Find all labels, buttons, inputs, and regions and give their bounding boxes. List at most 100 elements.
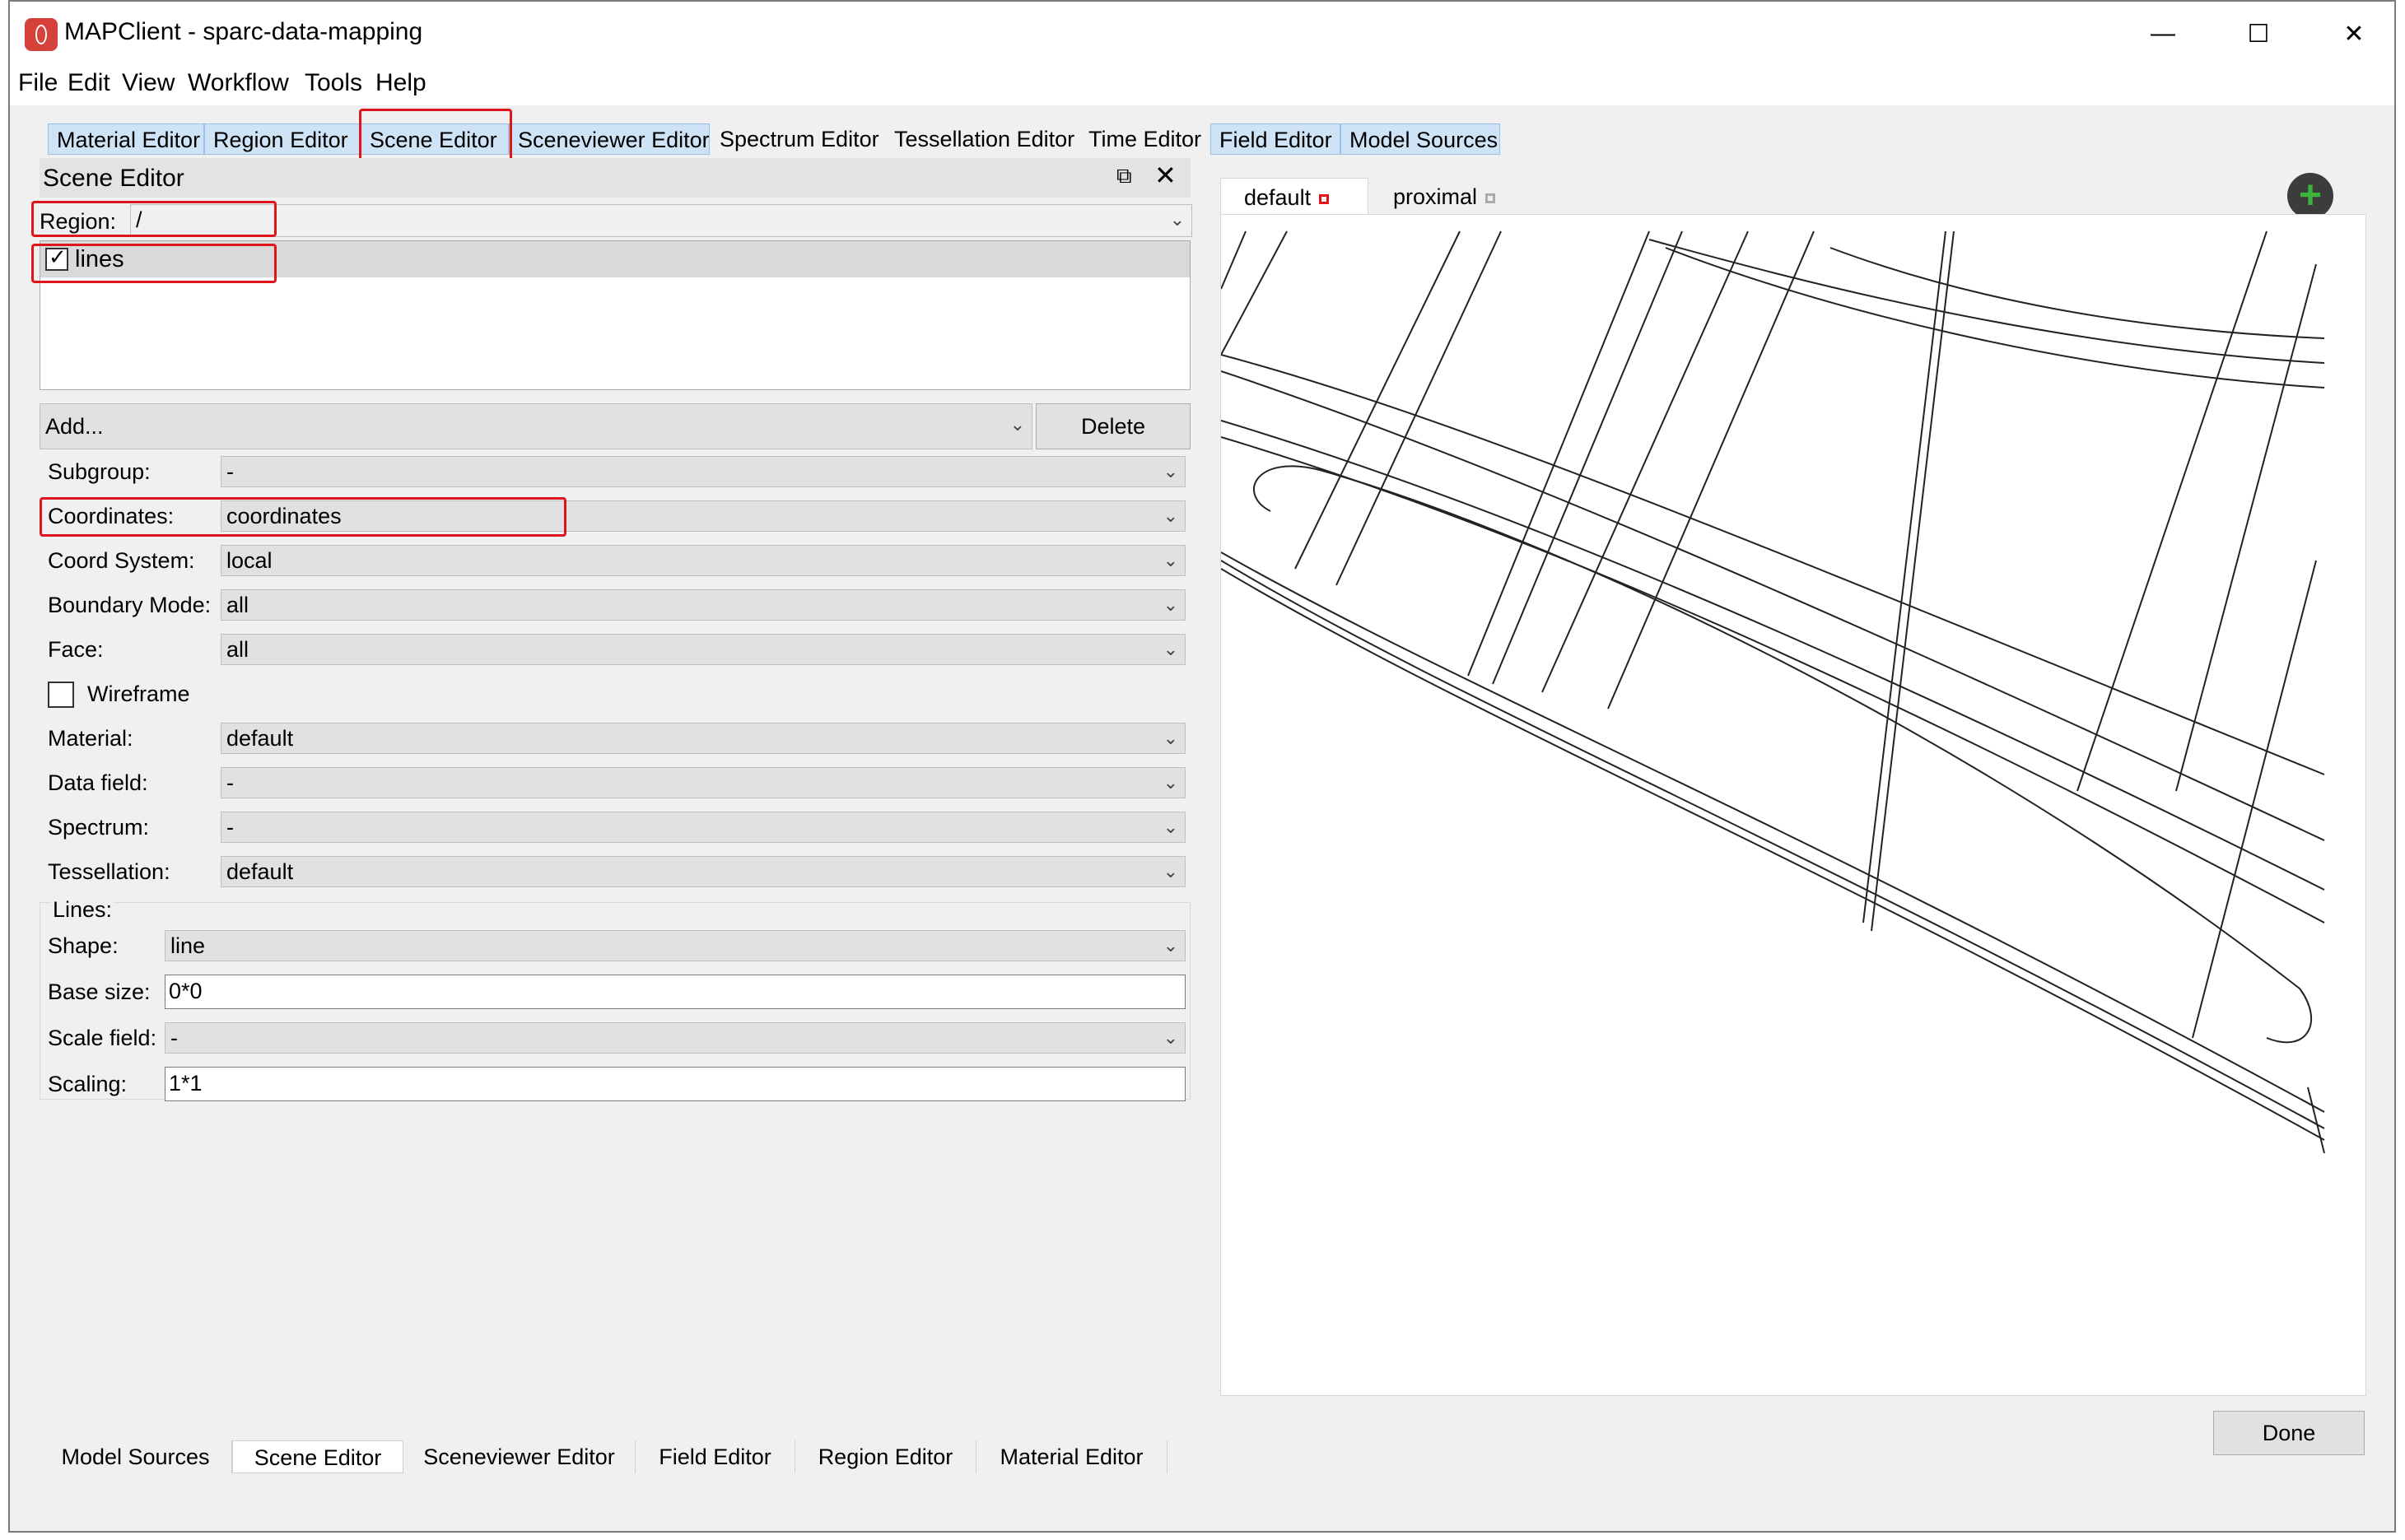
- float-panel-icon[interactable]: ⧉: [1116, 163, 1132, 189]
- add-label: Add...: [45, 414, 104, 439]
- menu-bar: File Edit View Workflow Tools Help: [10, 66, 2394, 105]
- material-label: Material:: [48, 726, 133, 751]
- shape-value: line: [170, 933, 206, 958]
- plus-icon: +: [2298, 174, 2323, 217]
- base-size-label: Base size:: [48, 979, 151, 1004]
- delete-button[interactable]: Delete: [1036, 403, 1191, 449]
- chevron-down-icon: ⌄: [1163, 772, 1178, 793]
- done-button[interactable]: Done: [2213, 1411, 2365, 1455]
- material-value: default: [226, 726, 294, 751]
- tessellation-label: Tessellation:: [48, 859, 170, 884]
- region-select[interactable]: / ⌄: [130, 204, 1192, 237]
- list-item[interactable]: ✓ lines: [40, 241, 1190, 277]
- boundary-mode-label: Boundary Mode:: [48, 593, 212, 617]
- close-panel-icon[interactable]: ✕: [1154, 160, 1177, 191]
- viewer-tab-default-label: default: [1244, 185, 1312, 210]
- lines-checkbox[interactable]: ✓: [45, 244, 68, 271]
- graphics-item-label: lines: [75, 246, 124, 272]
- chevron-down-icon: ⌄: [1009, 414, 1025, 435]
- coord-system-select[interactable]: local ⌄: [221, 545, 1186, 576]
- menu-workflow[interactable]: Workflow: [188, 69, 289, 97]
- coord-system-label: Coord System:: [48, 548, 195, 573]
- subgroup-select[interactable]: - ⌄: [221, 456, 1186, 487]
- bottom-tab-field-editor[interactable]: Field Editor: [636, 1440, 795, 1473]
- scale-field-select[interactable]: - ⌄: [165, 1022, 1186, 1054]
- add-view-button[interactable]: +: [2287, 173, 2333, 219]
- chevron-down-icon: ⌄: [1163, 817, 1178, 837]
- chevron-down-icon: ⌄: [1163, 594, 1178, 615]
- menu-edit[interactable]: Edit: [68, 69, 110, 97]
- chevron-down-icon: ⌄: [1163, 639, 1178, 659]
- scene-viewer-canvas[interactable]: [1220, 214, 2366, 1396]
- chevron-down-icon: ⌄: [1163, 505, 1178, 526]
- viewer-tab-proximal-label: proximal: [1393, 184, 1478, 209]
- coord-system-value: local: [226, 548, 273, 573]
- boundary-mode-value: all: [226, 593, 249, 617]
- panel-title: Scene Editor: [43, 165, 184, 192]
- shape-select[interactable]: line ⌄: [165, 930, 1186, 961]
- boundary-mode-select[interactable]: all ⌄: [221, 589, 1186, 621]
- chevron-down-icon: ⌄: [1163, 861, 1178, 882]
- face-label: Face:: [48, 637, 104, 662]
- bottom-tab-scene-editor[interactable]: Scene Editor: [232, 1440, 403, 1473]
- region-value: /: [136, 207, 142, 232]
- viewer-tab-proximal[interactable]: proximal: [1370, 178, 1518, 216]
- coordinates-select[interactable]: coordinates ⌄: [221, 500, 1186, 532]
- minimize-button[interactable]: —: [2118, 7, 2208, 61]
- close-tab-icon[interactable]: [1485, 193, 1496, 203]
- menu-file[interactable]: File: [18, 69, 58, 97]
- close-tab-icon[interactable]: [1319, 193, 1330, 204]
- tab-region-editor[interactable]: Region Editor: [204, 123, 361, 155]
- spectrum-label: Spectrum:: [48, 815, 150, 840]
- tab-time-editor[interactable]: Time Editor: [1080, 123, 1220, 155]
- base-size-input[interactable]: 0*0: [165, 975, 1186, 1009]
- spectrum-select[interactable]: - ⌄: [221, 812, 1186, 843]
- scale-field-value: -: [170, 1026, 178, 1050]
- chevron-down-icon: ⌄: [1163, 728, 1178, 748]
- tessellation-value: default: [226, 859, 294, 884]
- chevron-down-icon: ⌄: [1163, 461, 1178, 482]
- wireframe-label: Wireframe: [87, 682, 190, 706]
- tessellation-select[interactable]: default ⌄: [221, 856, 1186, 887]
- spectrum-value: -: [226, 815, 234, 840]
- face-value: all: [226, 637, 249, 662]
- maximize-button[interactable]: ☐: [2213, 7, 2304, 61]
- scaling-input[interactable]: 1*1: [165, 1067, 1186, 1101]
- face-select[interactable]: all ⌄: [221, 634, 1186, 665]
- tab-scene-editor[interactable]: Scene Editor: [361, 123, 509, 155]
- data-field-label: Data field:: [48, 770, 148, 795]
- menu-view[interactable]: View: [122, 69, 175, 97]
- bottom-tab-model-sources[interactable]: Model Sources: [40, 1440, 232, 1473]
- bottom-tab-region-editor[interactable]: Region Editor: [795, 1440, 976, 1473]
- scale-field-label: Scale field:: [48, 1026, 157, 1050]
- check-icon: ✓: [49, 244, 67, 269]
- tab-tessellation-editor[interactable]: Tessellation Editor: [886, 123, 1093, 155]
- material-select[interactable]: default ⌄: [221, 723, 1186, 754]
- chevron-down-icon: ⌄: [1163, 550, 1178, 570]
- shape-label: Shape:: [48, 933, 119, 958]
- tab-model-sources[interactable]: Model Sources: [1340, 123, 1500, 155]
- tab-spectrum-editor[interactable]: Spectrum Editor: [711, 123, 901, 155]
- chevron-down-icon: ⌄: [1163, 1027, 1178, 1048]
- tab-sceneviewer-editor[interactable]: Sceneviewer Editor: [509, 123, 710, 155]
- scaling-label: Scaling:: [48, 1072, 128, 1096]
- close-window-button[interactable]: ✕: [2309, 7, 2399, 61]
- data-field-select[interactable]: - ⌄: [221, 767, 1186, 798]
- coordinates-value: coordinates: [226, 504, 342, 528]
- lines-section-title: Lines:: [51, 897, 114, 923]
- menu-tools[interactable]: Tools: [305, 69, 362, 97]
- menu-help[interactable]: Help: [375, 69, 426, 97]
- bottom-tab-material-editor[interactable]: Material Editor: [976, 1440, 1168, 1473]
- mesh-lines-rendering: [1220, 230, 2325, 1154]
- tab-material-editor[interactable]: Material Editor: [48, 123, 204, 155]
- viewer-tab-default[interactable]: default: [1220, 178, 1368, 216]
- add-graphics-select[interactable]: Add... ⌄: [40, 403, 1032, 449]
- wireframe-checkbox[interactable]: [48, 682, 74, 708]
- bottom-tab-sceneviewer-editor[interactable]: Sceneviewer Editor: [403, 1440, 636, 1473]
- panel-header: Scene Editor ⧉ ✕: [40, 158, 1191, 198]
- chevron-down-icon: ⌄: [1163, 935, 1178, 956]
- tab-field-editor[interactable]: Field Editor: [1210, 123, 1340, 155]
- graphics-list: ✓ lines: [40, 240, 1191, 390]
- app-window: MAPClient - sparc-data-mapping — ☐ ✕ Fil…: [8, 0, 2396, 1533]
- subgroup-value: -: [226, 459, 234, 484]
